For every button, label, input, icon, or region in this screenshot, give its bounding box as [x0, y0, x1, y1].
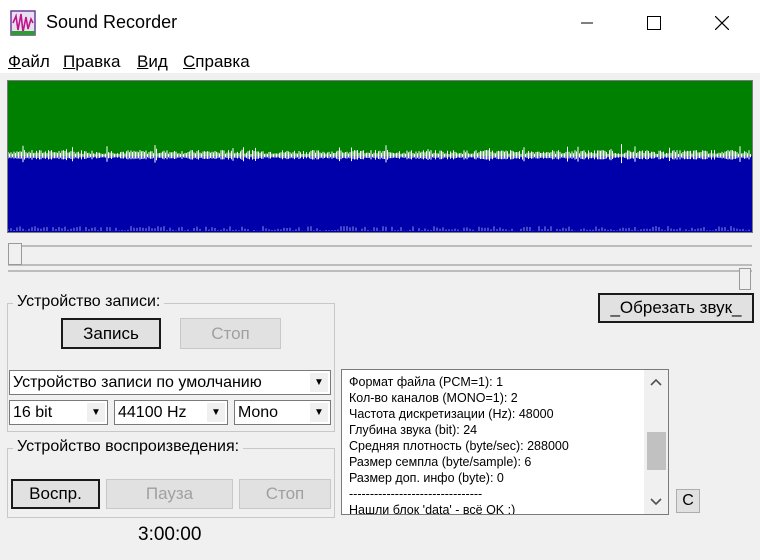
menu-file[interactable]: Файл [8, 52, 50, 72]
record-stop-button[interactable]: Стоп [180, 318, 281, 349]
file-info-textbox[interactable]: Формат файла (PCM=1): 1 Кол-во каналов (… [341, 369, 669, 515]
close-icon [715, 16, 729, 30]
menu-edit[interactable]: Правка [63, 52, 120, 72]
maximize-button[interactable] [625, 0, 683, 46]
info-scrollbar[interactable] [644, 370, 668, 514]
menu-help[interactable]: Справка [183, 52, 250, 72]
trim-sound-button[interactable]: _Обрезать звук_ [598, 293, 754, 323]
waveform-channel-bottom [8, 156, 752, 232]
scroll-down-button[interactable] [644, 490, 668, 514]
minimize-icon [581, 22, 593, 24]
channels-select[interactable]: Mono ▼ [234, 400, 331, 425]
chevron-down-icon: ▼ [87, 403, 105, 422]
playback-stop-button[interactable]: Стоп [239, 479, 331, 509]
file-info-lines: Формат файла (PCM=1): 1 Кол-во каналов (… [349, 374, 569, 515]
window-title: Sound Recorder [46, 12, 178, 32]
chevron-down-icon: ▼ [310, 373, 328, 392]
chevron-down-icon: ▼ [310, 403, 328, 422]
info-line: Кол-во каналов (MONO=1): 2 [349, 391, 518, 405]
minimize-button[interactable] [558, 0, 616, 46]
info-line: Средняя плотность (byte/sec): 288000 [349, 439, 569, 453]
info-line: Размер семпла (byte/sample): 6 [349, 455, 532, 469]
chevron-down-icon [650, 498, 662, 506]
info-line: -------------------------------- [349, 487, 483, 501]
play-button[interactable]: Воспр. [11, 479, 100, 509]
record-button[interactable]: Запись [61, 318, 161, 349]
seek-slider-thumb[interactable] [8, 243, 22, 265]
sample-rate-select[interactable]: 44100 Hz ▼ [114, 400, 228, 425]
menu-bar: Файл Правка Вид Справка [0, 46, 760, 74]
waveform-channel-top [8, 81, 752, 156]
bit-depth-select[interactable]: 16 bit ▼ [9, 400, 108, 425]
scroll-up-button[interactable] [644, 370, 668, 394]
info-line: Формат файла (PCM=1): 1 [349, 375, 504, 389]
chevron-down-icon: ▼ [207, 403, 225, 422]
clear-button[interactable]: С [676, 489, 700, 513]
close-button[interactable] [693, 0, 751, 46]
playback-group-label: Устройство воспроизведения: [13, 438, 244, 456]
position-slider-thumb[interactable] [739, 268, 751, 290]
maximize-icon [647, 16, 661, 30]
time-display: 3:00:00 [138, 524, 202, 545]
record-device-select[interactable]: Устройство записи по умолчанию ▼ [9, 370, 331, 395]
waveform [7, 81, 752, 232]
info-line: Частота дискретизации (Hz): 48000 [349, 407, 554, 421]
app-icon [10, 10, 36, 36]
info-line: Глубина звука (bit): 24 [349, 423, 478, 437]
menu-view[interactable]: Вид [137, 52, 168, 72]
waveform-display[interactable] [7, 80, 753, 233]
scroll-thumb[interactable] [647, 432, 666, 470]
info-line: Нашли блок 'data' - всё OK :) [349, 503, 516, 515]
pause-button[interactable]: Пауза [106, 479, 233, 509]
position-slider-track[interactable] [8, 270, 752, 272]
record-group-label: Устройство записи: [13, 293, 165, 311]
info-line: Размер доп. инфо (byte): 0 [349, 471, 504, 485]
chevron-up-icon [650, 378, 662, 386]
seek-slider-track[interactable] [8, 245, 752, 266]
title-bar: Sound Recorder [0, 0, 760, 46]
